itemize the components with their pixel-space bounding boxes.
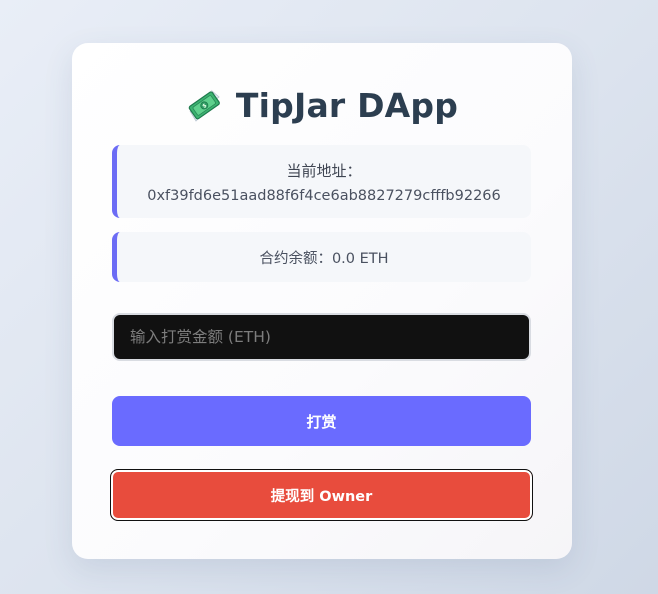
tip-amount-input[interactable]: [112, 313, 531, 361]
page-title: TipJar DApp: [235, 85, 459, 125]
current-address-label: 当前地址：: [286, 162, 362, 180]
withdraw-to-owner-button[interactable]: 提现到 Owner: [110, 469, 533, 521]
contract-balance-text: 合约余额：0.0 ETH: [259, 250, 389, 267]
flying-money-icon: $: [186, 87, 222, 123]
header: $ TipJar DApp: [72, 83, 572, 127]
tip-button[interactable]: 打赏: [112, 396, 531, 446]
tipjar-card: $ TipJar DApp 当前地址： 0xf39fd6e51aad88f6f4…: [72, 43, 572, 559]
tip-amount-field: [112, 313, 531, 361]
current-address-value: 0xf39fd6e51aad88f6f4ce6ab8827279cfffb922…: [147, 188, 501, 204]
current-address-panel: 当前地址： 0xf39fd6e51aad88f6f4ce6ab8827279cf…: [112, 145, 531, 218]
contract-balance-panel: 合约余额：0.0 ETH: [112, 232, 531, 282]
